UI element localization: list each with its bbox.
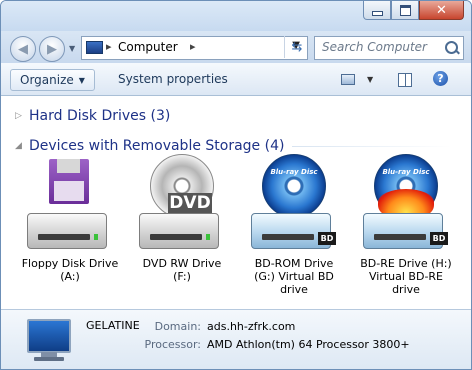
command-bar: Organize ▼ System properties ▼ ? bbox=[1, 63, 471, 96]
recent-pages-dropdown[interactable]: ▼ bbox=[69, 44, 75, 53]
computer-monitor-icon bbox=[27, 319, 71, 361]
breadcrumb-computer[interactable]: Computer bbox=[118, 40, 178, 54]
refresh-icon: ⇆ bbox=[291, 39, 303, 55]
device-label: Floppy Disk Drive (A:) bbox=[15, 257, 125, 283]
search-icon[interactable] bbox=[445, 41, 458, 54]
title-bar[interactable]: ✕ bbox=[1, 1, 471, 31]
bluray-disc-graphic: Blu-ray Disc bbox=[262, 154, 326, 218]
forward-arrow-icon: ▶ bbox=[47, 41, 57, 57]
device-bd-rom[interactable]: Blu-ray Disc BD BD-ROM Drive (G:) Virtua… bbox=[239, 153, 349, 296]
group-divider bbox=[292, 145, 453, 147]
minimize-icon bbox=[371, 10, 383, 16]
drive-body bbox=[139, 213, 219, 249]
search-input[interactable]: Search Computer bbox=[314, 36, 464, 60]
computer-name: GELATINE bbox=[86, 319, 140, 332]
device-dvd-rw[interactable]: DVD DVD RW Drive (F:) bbox=[127, 153, 237, 283]
device-label-line: drive bbox=[392, 283, 420, 296]
system-properties-label: System properties bbox=[118, 72, 228, 86]
group-title: Hard Disk Drives (3) bbox=[29, 108, 171, 124]
floppy-drive-icon bbox=[22, 153, 118, 257]
view-dropdown-icon[interactable]: ▼ bbox=[367, 75, 373, 84]
explorer-window: ✕ ◀ ▶ ▼ ▸ Computer ▸ ▼ ⇆ Search Computer… bbox=[0, 0, 472, 370]
close-button[interactable]: ✕ bbox=[419, 1, 464, 20]
device-label-line: DVD RW Drive bbox=[142, 257, 222, 270]
caption-buttons: ✕ bbox=[363, 1, 464, 20]
minimize-button[interactable] bbox=[363, 1, 391, 20]
file-list: ▷ Hard Disk Drives (3) ◢ Devices with Re… bbox=[1, 96, 471, 309]
maximize-button[interactable] bbox=[391, 1, 419, 20]
domain-label: Domain: bbox=[154, 320, 201, 333]
address-field[interactable]: ▸ Computer ▸ ▼ bbox=[81, 36, 308, 60]
breadcrumb-root-arrow-icon[interactable]: ▸ bbox=[106, 40, 112, 53]
device-label-line: (A:) bbox=[60, 270, 80, 283]
bd-badge: BD bbox=[318, 232, 336, 245]
change-view-icon[interactable] bbox=[341, 74, 355, 85]
details-pane: GELATINE Domain: ads.hh-zfrk.com Process… bbox=[1, 309, 471, 369]
system-properties-button[interactable]: System properties bbox=[109, 69, 237, 89]
device-label-line: BD-RE Drive (H:) bbox=[360, 257, 452, 270]
domain-value: ads.hh-zfrk.com bbox=[207, 320, 296, 333]
bd-badge: BD bbox=[430, 232, 448, 245]
address-bar-area: ◀ ▶ ▼ ▸ Computer ▸ ▼ ⇆ Search Computer bbox=[1, 31, 471, 63]
device-label-line: Floppy Disk Drive bbox=[21, 257, 119, 270]
preview-pane-icon[interactable] bbox=[398, 73, 412, 87]
device-label-line: Virtual BD-RE bbox=[368, 270, 444, 283]
search-placeholder: Search Computer bbox=[322, 40, 427, 54]
dvd-drive-icon: DVD bbox=[134, 153, 230, 257]
group-removable-storage[interactable]: ◢ Devices with Removable Storage (4) bbox=[15, 138, 453, 154]
computer-icon bbox=[86, 41, 103, 54]
bdrom-drive-icon: Blu-ray Disc BD bbox=[246, 153, 342, 257]
group-title: Devices with Removable Storage (4) bbox=[29, 138, 285, 154]
organize-label: Organize bbox=[20, 73, 74, 87]
device-floppy[interactable]: Floppy Disk Drive (A:) bbox=[15, 153, 125, 283]
breadcrumb-arrow-icon[interactable]: ▸ bbox=[190, 40, 196, 53]
forward-button[interactable]: ▶ bbox=[39, 36, 65, 62]
floppy-disk-graphic bbox=[49, 159, 89, 204]
maximize-icon bbox=[399, 4, 411, 16]
back-arrow-icon: ◀ bbox=[18, 41, 28, 57]
device-label: BD-RE Drive (H:) Virtual BD-RE drive bbox=[351, 257, 461, 296]
organize-dropdown-icon: ▼ bbox=[78, 75, 85, 85]
drive-body bbox=[27, 213, 107, 249]
processor-label: Processor: bbox=[144, 338, 202, 351]
help-icon[interactable]: ? bbox=[433, 71, 448, 86]
dvd-logo: DVD bbox=[168, 193, 212, 213]
refresh-button[interactable]: ⇆ bbox=[284, 36, 309, 58]
flame-icon bbox=[378, 189, 434, 215]
device-label-line: (F:) bbox=[173, 270, 191, 283]
bdre-drive-icon: Blu-ray Disc BD bbox=[358, 153, 454, 257]
back-button[interactable]: ◀ bbox=[10, 36, 36, 62]
expand-arrow-icon: ▷ bbox=[15, 111, 22, 121]
device-label-line: drive bbox=[280, 283, 308, 296]
device-label-line: BD-ROM Drive bbox=[254, 257, 334, 270]
device-bd-re[interactable]: Blu-ray Disc BD BD-RE Drive (H:) Virtual… bbox=[351, 153, 461, 296]
device-label: BD-ROM Drive (G:) Virtual BD drive bbox=[239, 257, 349, 296]
organize-button[interactable]: Organize ▼ bbox=[10, 69, 95, 91]
processor-value: AMD Athlon(tm) 64 Processor 3800+ bbox=[207, 338, 410, 351]
device-label-line: (G:) Virtual BD bbox=[254, 270, 334, 283]
collapse-arrow-icon: ◢ bbox=[15, 141, 22, 151]
device-label: DVD RW Drive (F:) bbox=[127, 257, 237, 283]
close-icon: ✕ bbox=[436, 2, 447, 18]
group-hard-disk-drives[interactable]: ▷ Hard Disk Drives (3) bbox=[15, 108, 178, 124]
